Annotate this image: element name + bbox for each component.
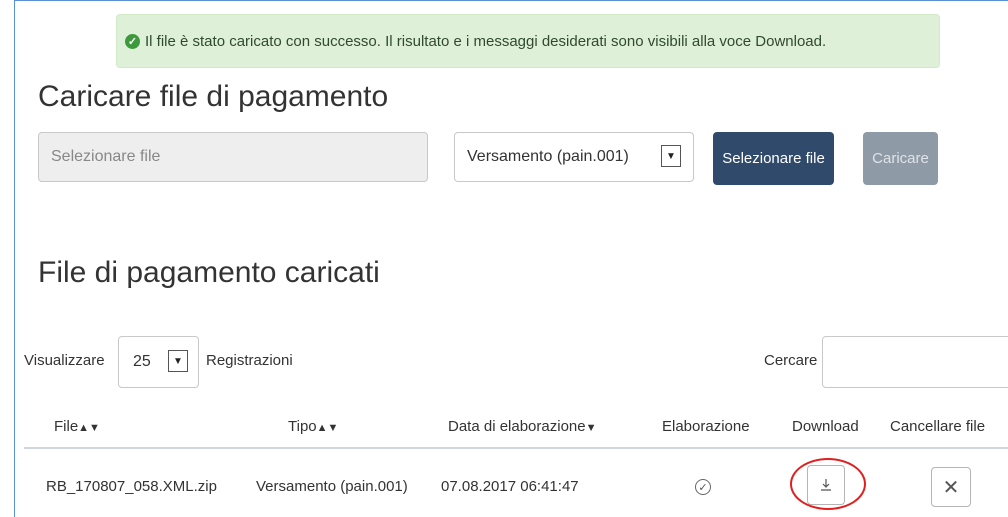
sort-icon[interactable]: ▲▼ — [78, 422, 100, 434]
cell-file-name: RB_170807_058.XML.zip — [46, 478, 217, 495]
sort-icon[interactable]: ▲▼ — [317, 422, 339, 434]
delete-file-button[interactable]: ✕ — [931, 467, 971, 507]
sort-desc-icon[interactable]: ▼ — [586, 422, 597, 434]
column-header-processing: Elaborazione — [662, 418, 750, 435]
select-file-button[interactable]: Selezionare file — [713, 132, 834, 185]
column-header-file-label: File — [54, 418, 79, 435]
upload-section-title: Caricare file di pagamento — [38, 80, 389, 113]
frame-left-border — [14, 0, 15, 517]
cell-type: Versamento (pain.001) — [256, 478, 408, 495]
column-header-type-label: Tipo — [288, 418, 317, 435]
file-path-field[interactable]: Selezionare file — [38, 132, 428, 182]
payment-type-value: Versamento (pain.001) — [467, 148, 629, 165]
highlight-circle — [790, 458, 866, 510]
column-header-download: Download — [792, 418, 859, 435]
records-label: Registrazioni — [206, 352, 293, 369]
column-header-type[interactable]: Tipo▲▼ — [288, 418, 338, 435]
file-path-placeholder: Selezionare file — [51, 148, 161, 165]
payment-type-select[interactable]: Versamento (pain.001) ▼ — [454, 132, 694, 182]
check-circle-icon: ✓ — [125, 33, 140, 49]
column-header-delete: Cancellare file — [890, 418, 986, 435]
frame-top-border — [14, 0, 1008, 1]
page-size-value: 25 — [133, 353, 151, 370]
upload-button[interactable]: Caricare — [863, 132, 938, 185]
column-header-date-label: Data di elaborazione — [448, 418, 586, 435]
success-alert: ✓ Il file è stato caricato con successo.… — [116, 14, 940, 68]
chevron-down-icon[interactable]: ▼ — [168, 350, 188, 372]
uploaded-files-title: File di pagamento caricati — [38, 256, 380, 289]
table-header-divider — [24, 447, 1008, 449]
column-header-date[interactable]: Data di elaborazione▼ — [448, 418, 596, 435]
column-header-file[interactable]: File▲▼ — [54, 418, 100, 435]
show-entries-label: Visualizzare — [24, 352, 105, 369]
page-size-select[interactable]: 25 ▼ — [118, 336, 199, 388]
close-icon: ✕ — [942, 476, 960, 499]
cell-date: 07.08.2017 06:41:47 — [441, 478, 579, 495]
search-input[interactable] — [822, 336, 1008, 388]
search-label: Cercare — [764, 352, 818, 369]
alert-message: Il file è stato caricato con successo. I… — [145, 32, 827, 50]
check-circle-icon: ✓ — [695, 479, 711, 495]
chevron-down-icon[interactable]: ▼ — [661, 145, 681, 167]
